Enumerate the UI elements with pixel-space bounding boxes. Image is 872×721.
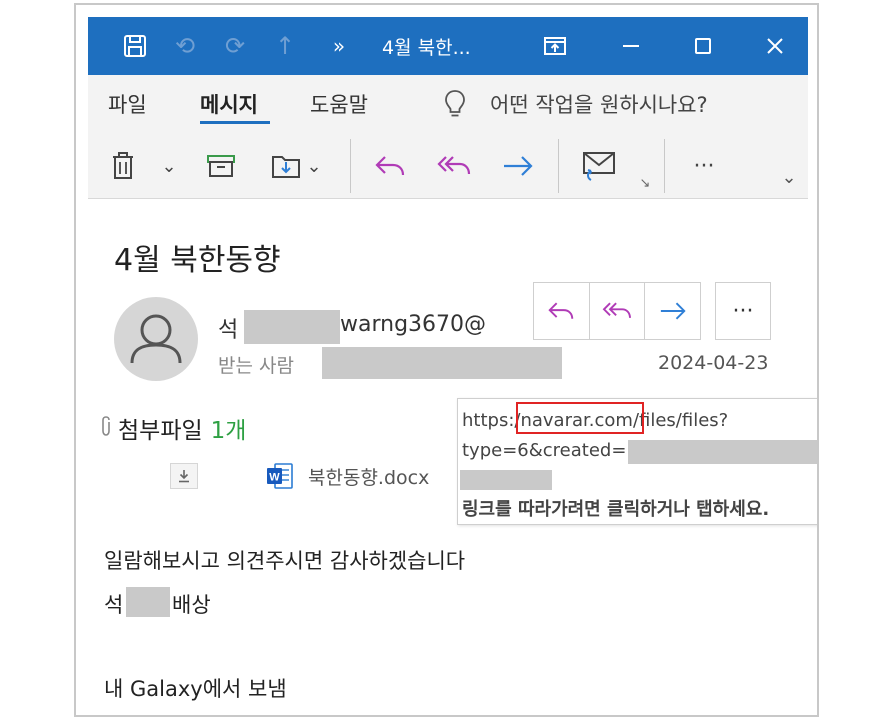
close-icon[interactable] (756, 17, 794, 75)
undo-icon[interactable]: ⟲ (168, 17, 202, 75)
ribbon-separator (558, 139, 559, 193)
up-arrow-icon[interactable]: ↑ (268, 17, 302, 75)
window-title: 4월 북한... (382, 36, 471, 59)
attachment-label: 첨부파일 (118, 418, 203, 444)
sender-name: 석 (218, 318, 239, 343)
move-dropdown-icon[interactable]: ⌄ (304, 141, 324, 191)
forward-icon[interactable] (645, 283, 700, 339)
signature-name: 석 (104, 593, 124, 617)
tooltip-instruction: 링크를 따라가려면 클릭하거나 탭하세요. (462, 499, 770, 520)
ribbon-toolbar: ⌄ ⌄ ↘ ··· ⌄ (88, 133, 808, 199)
attachment-filename[interactable]: 북한동향.docx (308, 463, 429, 490)
archive-icon[interactable] (204, 141, 238, 191)
expand-group-icon[interactable]: ↘ (636, 173, 654, 193)
message-action-group (533, 282, 701, 340)
url-path: /files/files? (632, 410, 729, 431)
overflow-icon[interactable]: » (322, 17, 356, 75)
ribbon-separator (664, 139, 665, 193)
link-tooltip: https:/navarar.com/files/files? type=6&c… (457, 398, 817, 525)
body-line: 일람해보시고 의견주시면 감사하겠습니다 (104, 549, 466, 573)
redaction (460, 470, 552, 490)
delete-dropdown-icon[interactable]: ⌄ (158, 141, 180, 191)
collapse-ribbon-icon[interactable]: ⌄ (776, 163, 802, 191)
message-subject: 4월 북한동향 (114, 243, 281, 278)
message-date: 2024-04-23 (658, 352, 769, 374)
url-scheme: https: (462, 410, 515, 431)
domain-highlight-box (516, 402, 644, 434)
download-icon[interactable] (170, 463, 198, 489)
tooltip-url-line2: type=6&created= (462, 440, 627, 461)
reply-icon[interactable] (534, 283, 590, 339)
tab-message[interactable]: 메시지 (200, 89, 258, 119)
recipient-label: 받는 사람 (218, 355, 294, 377)
minimize-icon[interactable] (612, 17, 650, 75)
word-file-icon[interactable]: W (266, 461, 294, 491)
attachment-header: 첨부파일 1개 (100, 411, 246, 445)
reply-icon[interactable] (370, 141, 410, 191)
save-icon[interactable] (118, 17, 152, 75)
report-message-icon[interactable] (578, 141, 620, 191)
body-footer: 내 Galaxy에서 보냄 (104, 677, 287, 701)
reply-all-icon[interactable] (434, 141, 474, 191)
sender-avatar (114, 297, 198, 381)
signature-closing: 배상 (172, 593, 211, 617)
active-tab-underline (200, 121, 270, 124)
redaction (126, 587, 170, 617)
reply-all-icon[interactable] (590, 283, 646, 339)
more-options-icon[interactable]: ··· (684, 141, 724, 191)
delete-icon[interactable] (106, 141, 140, 191)
mail-window: ⟲ ⟳ ↑ » 4월 북한... 파일 메시지 도움말 어떤 작업을 원하시나요… (74, 3, 819, 717)
redaction (628, 440, 817, 464)
paperclip-icon (100, 416, 112, 440)
redaction (322, 347, 562, 379)
sender-address: warng3670@ (340, 312, 487, 337)
move-icon[interactable] (268, 141, 304, 191)
maximize-icon[interactable] (684, 17, 722, 75)
tab-help[interactable]: 도움말 (310, 89, 368, 119)
svg-text:W: W (269, 472, 280, 484)
popout-icon[interactable] (536, 17, 574, 75)
title-bar: ⟲ ⟳ ↑ » 4월 북한... (88, 17, 808, 75)
attachment-count: 1개 (210, 418, 247, 444)
menu-bar: 파일 메시지 도움말 어떤 작업을 원하시나요? (88, 75, 808, 133)
forward-icon[interactable] (498, 141, 538, 191)
redo-icon[interactable]: ⟳ (218, 17, 252, 75)
message-more-button[interactable]: ··· (715, 282, 771, 340)
ribbon-separator (350, 139, 351, 193)
tab-file[interactable]: 파일 (108, 89, 147, 119)
tell-me-search[interactable]: 어떤 작업을 원하시나요? (490, 89, 708, 119)
lightbulb-icon[interactable] (443, 87, 467, 121)
redaction (244, 310, 340, 344)
